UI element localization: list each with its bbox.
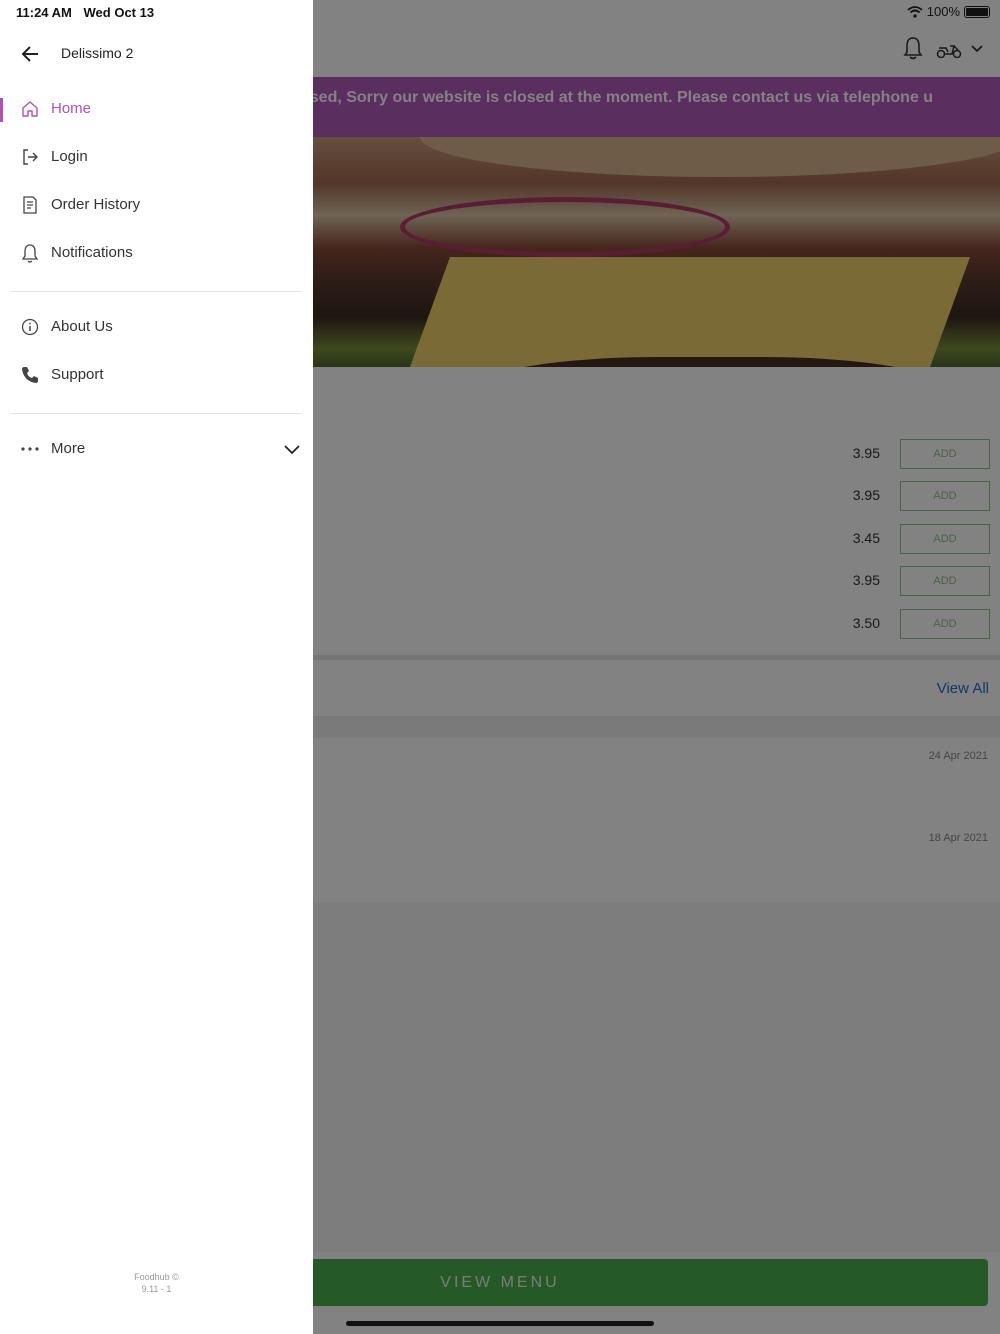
drawer-item-label: About Us (51, 318, 113, 335)
drawer-item-label: Order History (51, 196, 141, 213)
info-icon (21, 318, 39, 336)
navigation-drawer: 11:24 AM Wed Oct 13 Delissimo 2 Home Log… (0, 0, 313, 1334)
drawer-item-label: Login (51, 148, 88, 165)
drawer-item-login[interactable]: Login (0, 138, 313, 178)
home-icon (22, 101, 38, 117)
phone-icon (22, 367, 38, 383)
drawer-item-notifications[interactable]: Notifications (0, 234, 313, 274)
drawer-divider (11, 291, 301, 292)
chevron-down-icon[interactable] (283, 440, 301, 458)
drawer-item-home[interactable]: Home (0, 90, 313, 130)
drawer-divider (11, 413, 301, 414)
receipt-icon (23, 196, 37, 214)
bell-icon (21, 244, 39, 263)
battery-percent: 100% (926, 4, 960, 19)
status-time: 11:24 AM (16, 5, 72, 20)
drawer-item-label: More (51, 440, 86, 457)
status-date: Wed Oct 13 (83, 5, 155, 20)
login-icon (23, 149, 38, 165)
footer-version: 9.11 - 1 (141, 1284, 172, 1294)
store-name: Delissimo 2 (61, 45, 134, 61)
drawer-item-order-history[interactable]: Order History (0, 186, 313, 226)
drawer-footer: Foodhub © 9.11 - 1 (0, 1271, 313, 1295)
dots-icon (21, 447, 39, 451)
drawer-item-more[interactable]: More (0, 430, 313, 470)
back-arrow-icon[interactable] (20, 43, 42, 65)
drawer-item-label: Home (51, 100, 92, 117)
drawer-item-label: Notifications (51, 244, 133, 261)
wifi-icon (907, 5, 923, 18)
drawer-item-support[interactable]: Support (0, 356, 313, 396)
footer-brand: Foodhub © (134, 1272, 179, 1282)
active-indicator (0, 98, 3, 122)
drawer-item-label: Support (51, 366, 104, 383)
home-indicator (346, 1321, 654, 1326)
status-bar-left: 11:24 AM Wed Oct 13 (16, 5, 162, 20)
battery-icon (964, 5, 990, 18)
status-bar-right: 100% (907, 4, 990, 19)
drawer-item-about-us[interactable]: About Us (0, 308, 313, 348)
